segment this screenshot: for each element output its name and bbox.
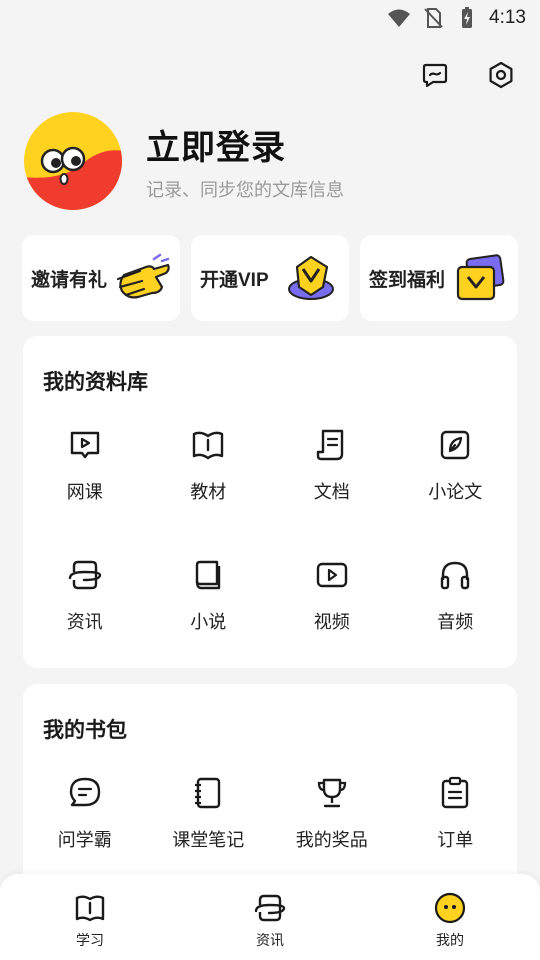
bag-label: 我的奖品 xyxy=(295,830,368,851)
textbook-icon xyxy=(193,431,224,460)
bag-section: 我的书包 问学霸 课堂笔记 我的奖品 订单 xyxy=(23,684,517,904)
bag-label: 课堂笔记 xyxy=(172,830,245,851)
avatar[interactable] xyxy=(23,111,123,211)
avatar-face-icon xyxy=(24,112,122,210)
bag-title: 我的书包 xyxy=(43,718,127,742)
clipboard-icon xyxy=(442,776,469,809)
status-time: 4:13 xyxy=(489,7,526,28)
library-item-document[interactable]: 文档 xyxy=(270,428,394,558)
no-sim-icon xyxy=(424,8,443,28)
bag-label: 订单 xyxy=(437,830,474,851)
library-label: 小说 xyxy=(190,612,227,633)
library-label: 资讯 xyxy=(66,612,103,633)
book-icon xyxy=(75,895,105,922)
face-icon xyxy=(434,892,466,924)
bottom-tab-bar: 学习 资讯 我的 xyxy=(0,874,540,960)
library-label: 视频 xyxy=(313,612,350,633)
library-item-video[interactable]: 视频 xyxy=(270,558,394,688)
tab-label: 我的 xyxy=(436,933,464,949)
library-section: 我的资料库 网课 教材 文档 小论文 资讯 小说 视频 音频 xyxy=(23,336,517,668)
login-title[interactable]: 立即登录 xyxy=(146,120,286,169)
news-icon xyxy=(68,560,101,590)
wifi-icon xyxy=(388,9,411,27)
video-icon xyxy=(316,562,347,588)
library-item-textbook[interactable]: 教材 xyxy=(147,428,271,558)
status-icons: 4:13 xyxy=(387,6,526,30)
library-label: 网课 xyxy=(66,482,103,503)
battery-charging-icon xyxy=(462,7,473,28)
library-item-audio[interactable]: 音频 xyxy=(394,558,518,688)
status-bar: 4:13 xyxy=(0,0,540,38)
checkin-label: 签到福利 xyxy=(369,269,446,291)
planet-icon xyxy=(254,894,286,922)
login-subtitle: 记录、同步您的文库信息 xyxy=(146,180,344,201)
library-item-online-course[interactable]: 网课 xyxy=(23,428,147,558)
library-label: 音频 xyxy=(437,612,474,633)
library-title: 我的资料库 xyxy=(43,370,148,394)
waving-hand-icon xyxy=(116,253,170,299)
vip-card[interactable]: 开通VIP xyxy=(191,235,349,321)
library-grid: 网课 教材 文档 小论文 资讯 小说 视频 音频 xyxy=(23,428,517,688)
library-label: 教材 xyxy=(190,482,227,503)
checkin-card[interactable]: 签到福利 xyxy=(360,235,518,321)
library-item-news[interactable]: 资讯 xyxy=(23,558,147,688)
headphones-icon xyxy=(441,561,470,590)
notebook-icon xyxy=(195,777,221,809)
vip-label: 开通VIP xyxy=(200,269,269,291)
tab-study[interactable]: 学习 xyxy=(0,874,180,960)
invite-label: 邀请有礼 xyxy=(31,269,108,291)
tab-label: 学习 xyxy=(76,933,104,949)
settings-button[interactable] xyxy=(486,60,516,90)
tab-news[interactable]: 资讯 xyxy=(180,874,360,960)
tab-label: 资讯 xyxy=(256,933,284,949)
online-course-icon xyxy=(70,431,99,459)
quick-cards: 邀请有礼 开通VIP 签到福利 xyxy=(22,235,518,321)
message-button[interactable] xyxy=(420,60,450,90)
tab-mine[interactable]: 我的 xyxy=(360,874,540,960)
checkin-card-icon xyxy=(456,254,505,301)
novel-icon xyxy=(196,560,221,590)
document-icon xyxy=(316,429,343,461)
library-item-essay[interactable]: 小论文 xyxy=(394,428,518,558)
invite-card[interactable]: 邀请有礼 xyxy=(22,235,180,321)
library-label: 小论文 xyxy=(428,482,483,503)
essay-icon xyxy=(441,430,470,460)
library-item-novel[interactable]: 小说 xyxy=(147,558,271,688)
vip-badge-icon xyxy=(288,255,334,300)
bag-label: 问学霸 xyxy=(57,830,112,851)
message-icon xyxy=(422,63,448,88)
settings-icon xyxy=(489,61,513,89)
chat-icon xyxy=(69,777,100,807)
library-label: 文档 xyxy=(313,482,350,503)
top-actions xyxy=(420,60,516,90)
trophy-icon xyxy=(317,778,346,808)
